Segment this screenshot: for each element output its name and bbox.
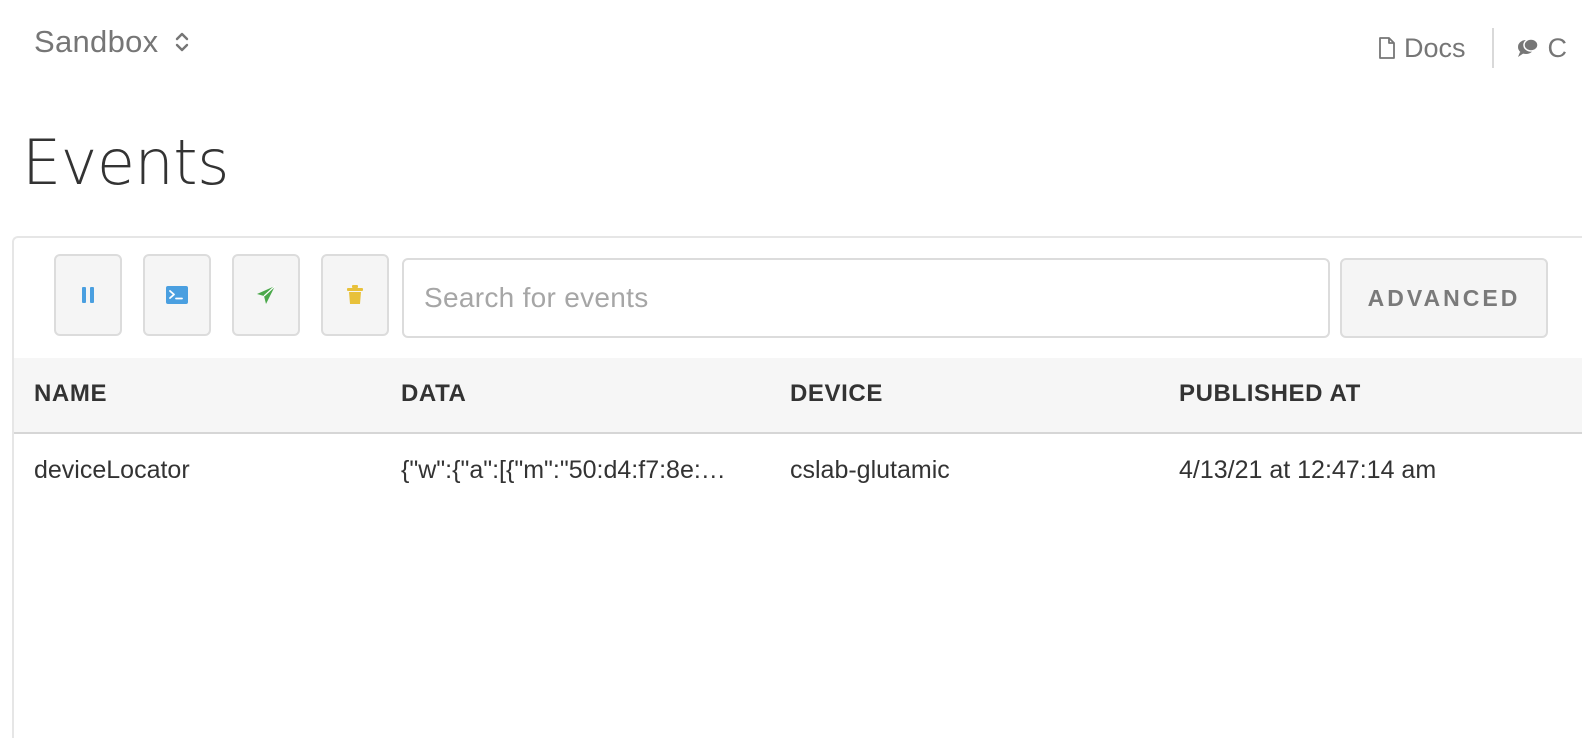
events-toolbar: ADVANCED [14,238,1582,356]
send-icon [257,285,276,304]
event-name: deviceLocator [34,456,190,484]
page-title: Events [22,126,229,199]
org-switcher[interactable]: Sandbox [34,24,192,60]
clear-events-button[interactable] [321,254,389,336]
nav-divider [1491,28,1494,68]
table-row[interactable]: deviceLocator {"w":{"a":[{"m":"50:d4:f7:… [14,434,1582,510]
chevron-up-down-icon [176,32,189,52]
top-nav: Docs C [1378,28,1567,68]
column-data[interactable]: DATA [401,380,467,408]
table-header: NAME DATA DEVICE PUBLISHED AT [14,358,1582,434]
publish-event-button[interactable] [232,254,300,336]
trash-icon [347,285,363,304]
document-icon [1379,37,1395,59]
community-label: C [1547,32,1568,63]
console-button[interactable] [143,254,211,336]
column-name[interactable]: NAME [34,380,107,408]
event-data: {"w":{"a":[{"m":"50:d4:f7:8e:… [401,456,726,484]
docs-label: Docs [1404,32,1466,63]
org-name: Sandbox [34,24,159,59]
top-bar: Sandbox Docs C [0,0,1582,92]
column-published-at[interactable]: PUBLISHED AT [1179,380,1361,408]
docs-link[interactable]: Docs [1378,33,1466,64]
events-panel: ADVANCED NAME DATA DEVICE PUBLISHED AT d… [12,236,1582,738]
column-device[interactable]: DEVICE [790,380,883,408]
pause-button[interactable] [54,254,122,336]
chat-bubbles-icon [1517,38,1539,57]
terminal-icon [166,286,188,304]
search-events-input[interactable] [402,258,1330,338]
advanced-button[interactable]: ADVANCED [1340,258,1548,338]
event-device: cslab-glutamic [790,456,950,484]
pause-icon [82,287,94,303]
community-link[interactable]: C [1516,32,1568,64]
event-published-at: 4/13/21 at 12:47:14 am [1179,456,1437,484]
